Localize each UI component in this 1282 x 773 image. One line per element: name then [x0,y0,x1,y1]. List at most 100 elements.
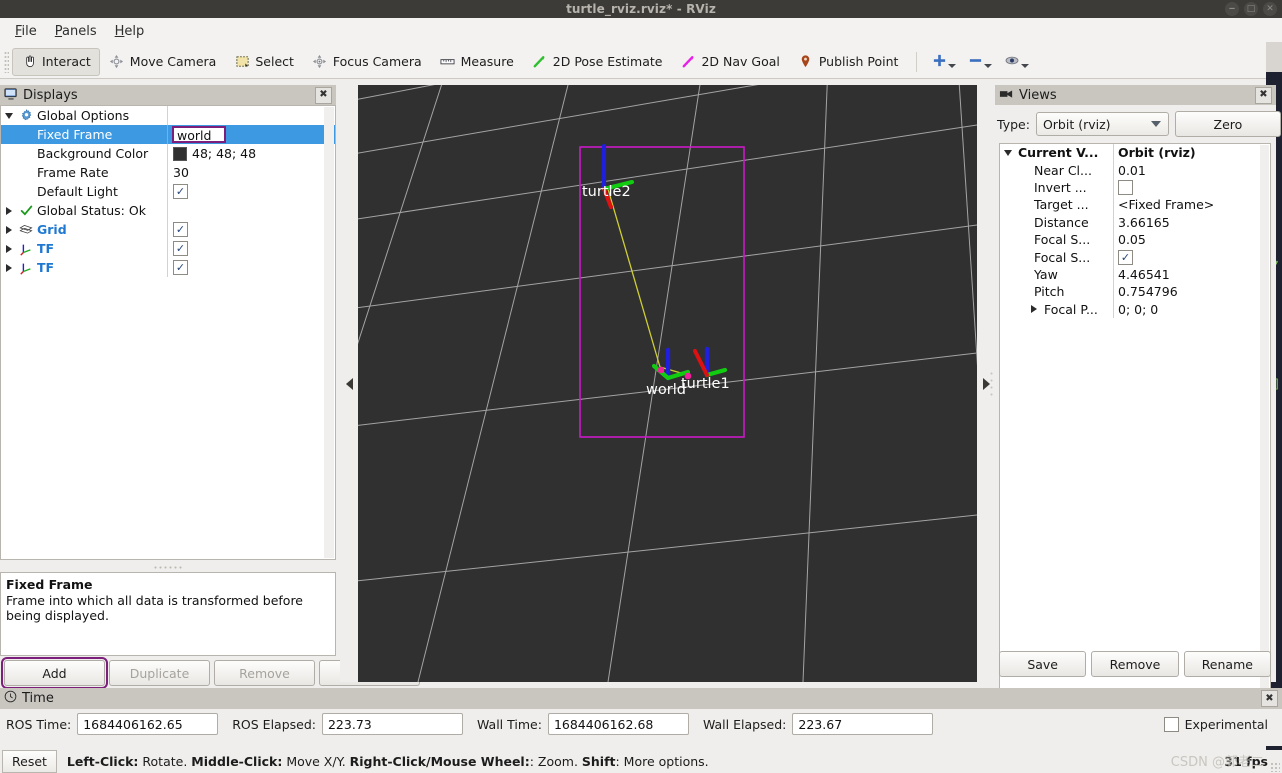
chevron-down-icon[interactable] [984,63,993,68]
menu-panels[interactable]: Panels [46,21,106,42]
color-swatch[interactable] [173,146,187,161]
tf-checkbox[interactable]: ✓ [173,241,188,256]
tree-row-background-color[interactable]: Background Color 48; 48; 48 [1,144,335,163]
tree-row-tf-1[interactable]: TF ✓ [1,239,335,258]
toolbar-drag-handle[interactable] [4,50,9,73]
tree-item-label: Background Color [37,146,149,161]
background-terminal-titlebar[interactable] [1266,42,1282,72]
views-rename-button[interactable]: Rename [1183,651,1271,677]
views-row-distance[interactable]: Distance 3.66165 [1000,213,1270,231]
close-icon[interactable]: ✕ [1263,2,1277,16]
views-panel-title: Views [1019,87,1057,103]
focal-shape-checkbox[interactable]: ✓ [1118,249,1133,265]
map-pin-icon [798,54,814,70]
wall-time-input[interactable]: 1684406162.68 [547,713,689,735]
zero-button[interactable]: Zero [1174,111,1281,137]
tree-row-default-light[interactable]: Default Light ✓ [1,182,335,201]
reset-button[interactable]: Reset [2,750,57,773]
views-save-button[interactable]: Save [999,651,1087,677]
tool-measure[interactable]: Measure [431,48,523,76]
views-row-near-clip[interactable]: Near Cl... 0.01 [1000,161,1270,179]
tool-interact[interactable]: Interact [12,47,100,76]
ros-elapsed-input[interactable]: 223.73 [321,713,463,735]
tool-interact-label: Interact [42,54,91,69]
invert-checkbox[interactable] [1118,179,1133,195]
maximize-icon[interactable]: □ [1244,2,1258,16]
displays-tree-scrollbar[interactable] [324,107,334,558]
tree-row-grid[interactable]: Grid ✓ [1,220,335,239]
view-type-row: Type: Orbit (rviz) Zero [997,111,1281,137]
chevron-down-icon[interactable] [1021,63,1030,68]
tool-publish-point[interactable]: Publish Point [789,48,908,76]
menu-file[interactable]: File [6,21,46,42]
views-row-pitch[interactable]: Pitch 0.754796 [1000,283,1270,301]
views-close-button[interactable]: ✖ [1255,86,1272,104]
views-item-label: Target ... [1034,197,1089,213]
views-remove-button[interactable]: Remove [1091,651,1179,677]
tree-row-fixed-frame[interactable]: Fixed Frame world [1,125,335,144]
views-row-invert[interactable]: Invert ... [1000,178,1270,197]
wall-elapsed-input[interactable]: 223.67 [792,713,934,735]
tool-2d-nav-goal[interactable]: 2D Nav Goal [671,48,788,76]
tool-2d-pose-estimate[interactable]: 2D Pose Estimate [523,48,672,76]
view-type-select[interactable]: Orbit (rviz) [1035,112,1169,136]
experimental-toggle[interactable]: Experimental [1163,716,1268,732]
time-close-button[interactable]: ✖ [1261,690,1278,707]
expander-right-icon[interactable] [1026,305,1042,314]
views-row-focal-shape-size[interactable]: Focal S... 0.05 [1000,230,1270,249]
expander-right-icon[interactable] [1,263,17,272]
expander-down-icon[interactable] [1,112,17,119]
views-row-yaw[interactable]: Yaw 4.46541 [1000,265,1270,284]
views-row-focal-point[interactable]: Focal P... 0; 0; 0 [1000,300,1270,318]
views-tree[interactable]: Current V... Orbit (rviz) Near Cl... 0.0… [999,143,1271,723]
displays-close-button[interactable]: ✖ [315,86,332,104]
add-button[interactable]: Add [1,657,108,689]
views-row-current-view[interactable]: Current V... Orbit (rviz) [1000,144,1270,162]
views-row-target[interactable]: Target ... <Fixed Frame> [1000,196,1270,214]
expander-right-icon[interactable] [1,225,17,234]
chevron-down-icon[interactable] [948,63,957,68]
eye-visibility-icon [1004,53,1020,71]
chevron-down-icon [1150,121,1161,127]
tree-item-value: 30 [173,165,189,180]
views-tree-scrollbar[interactable] [1260,145,1269,721]
ros-time-input[interactable]: 1684406162.65 [77,713,219,735]
views-row-focal-shape-fixed[interactable]: Focal S... ✓ [1000,248,1270,266]
expander-down-icon[interactable] [1000,149,1016,156]
experimental-checkbox[interactable] [1163,716,1179,732]
resize-grip[interactable] [1270,762,1280,772]
splitter-grip[interactable] [990,369,993,398]
minimize-icon[interactable]: ‒ [1225,2,1239,16]
duplicate-button[interactable]: Duplicate [109,660,210,686]
table-row[interactable]: Global Options [1,106,335,125]
displays-tree[interactable]: Global Options Fixed Frame world Backgro… [0,105,336,560]
left-panel-collapse-handle[interactable] [340,85,358,682]
visibility-button[interactable] [998,53,1035,71]
menu-help[interactable]: Help [106,21,154,42]
render-viewport[interactable]: turtle2 world turtle1 [358,85,977,682]
remove-button[interactable]: Remove [214,660,315,686]
tool-select[interactable]: Select [225,48,303,76]
tool-measure-label: Measure [460,54,514,69]
tool-focus-camera[interactable]: Focus Camera [303,48,431,76]
tool-move-camera[interactable]: Move Camera [100,48,226,76]
tree-item-value [167,106,335,125]
tree-item-value: 48; 48; 48 [192,146,257,161]
move-camera-icon [109,54,125,70]
tree-item-label: TF [37,241,55,256]
tree-row-frame-rate[interactable]: Frame Rate 30 [1,163,335,182]
tf-checkbox[interactable]: ✓ [173,260,188,275]
hint-zoom: : Zoom. [529,754,582,769]
tf-axes-icon [17,260,35,275]
expander-right-icon[interactable] [1,206,17,215]
right-panel-collapse-handle[interactable] [977,85,995,682]
fixed-frame-input[interactable]: world [172,126,226,143]
displays-splitter[interactable] [0,563,336,571]
grid-checkbox[interactable]: ✓ [173,222,188,237]
expander-right-icon[interactable] [1,244,17,253]
zoom-in-button[interactable] [926,53,962,71]
default-light-checkbox[interactable]: ✓ [173,184,188,199]
tree-row-tf-2[interactable]: TF ✓ [1,258,335,277]
zoom-out-button[interactable] [962,53,998,71]
tree-row-global-status[interactable]: Global Status: Ok [1,201,335,220]
